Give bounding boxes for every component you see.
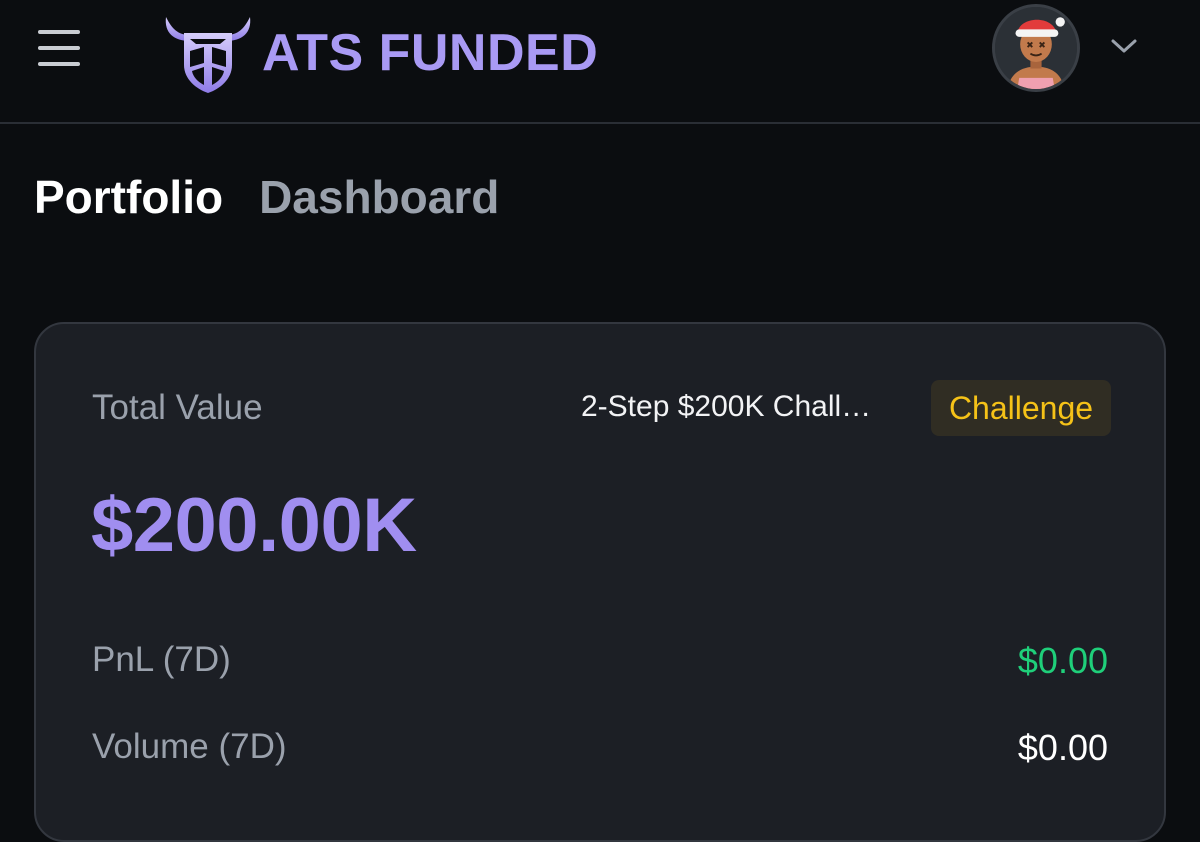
- volume-label: Volume (7D): [92, 727, 287, 766]
- portfolio-summary-card: Total Value 2-Step $200K Chall… Challeng…: [34, 322, 1166, 842]
- user-avatar[interactable]: [992, 4, 1080, 92]
- pnl-value: $0.00: [1017, 640, 1108, 681]
- volume-value: $0.00: [1017, 727, 1108, 768]
- section-tabs: Portfolio Dashboard: [34, 170, 499, 224]
- challenge-account-name[interactable]: 2-Step $200K Chall…: [581, 390, 871, 424]
- pnl-label: PnL (7D): [92, 640, 231, 679]
- total-value-amount: $200.00K: [91, 483, 417, 568]
- hamburger-menu-icon[interactable]: [38, 30, 82, 68]
- bull-shield-logo-icon: [165, 17, 251, 93]
- chevron-down-icon[interactable]: [1110, 36, 1138, 56]
- tab-portfolio[interactable]: Portfolio: [34, 170, 223, 224]
- brand-logo[interactable]: ATS FUNDED: [160, 8, 598, 98]
- brand-name: ATS FUNDED: [262, 24, 599, 82]
- status-badge: Challenge: [931, 380, 1111, 436]
- top-navigation-bar: ATS FUNDED: [0, 0, 1200, 124]
- tab-dashboard[interactable]: Dashboard: [259, 170, 499, 224]
- total-value-label: Total Value: [92, 388, 263, 427]
- avatar-icon: [995, 7, 1077, 89]
